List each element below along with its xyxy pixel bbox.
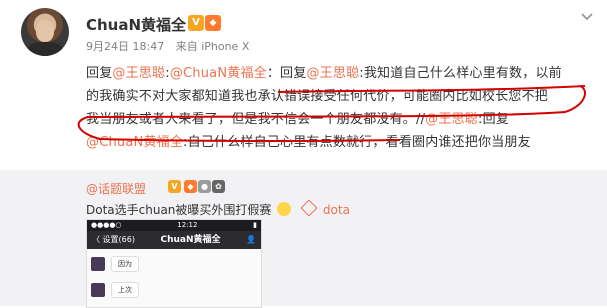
post-text: 的我确实不对大家都知道我也承认错误接受任何代价，可能圈内比如校长您不把 bbox=[86, 89, 549, 104]
post-line: @ChuaN黄福全:自己什么样自己心里有点数就行，看看圈内谁还把你当朋友 bbox=[86, 131, 596, 154]
post-text: :我知道自己什么样心里有数，以前 bbox=[359, 66, 562, 81]
repost-username[interactable]: @话题联盟 bbox=[86, 180, 146, 197]
post-source: 来自 iPhone X bbox=[175, 40, 250, 53]
user-avatar[interactable] bbox=[21, 8, 69, 56]
repost-body: Dota选手chuan被曝买外围打假赛 bbox=[86, 203, 272, 217]
post-text: 回复 bbox=[86, 66, 113, 81]
repost-member-icon: ● bbox=[198, 180, 211, 193]
post-line: 我当朋友或者人来看了，但是我不信会一个朋友都没有。//@王思聪:回复 bbox=[86, 108, 596, 131]
topic-link[interactable]: dota bbox=[323, 203, 350, 217]
post-text: ：回复 bbox=[266, 66, 307, 81]
post-text: :回复 bbox=[477, 112, 509, 127]
mention-link[interactable]: @ChuaN黄福全 bbox=[170, 66, 267, 81]
chevron-down-icon[interactable] bbox=[580, 10, 594, 24]
post-line: 的我确实不对大家都知道我也承认错误接受任何代价，可能圈内比如校长您不把 bbox=[86, 85, 596, 108]
post-text: 我当朋友或者人来看了，但是我不信会一个朋友都没有。// bbox=[86, 112, 426, 127]
post-text: :自己什么样自己心里有点数就行，看看圈内谁还把你当朋友 bbox=[183, 135, 531, 150]
chat-bubble: 因为 bbox=[111, 256, 139, 272]
chat-message: 因为 bbox=[87, 255, 261, 275]
post-meta: 9月24日 18:47 来自 iPhone X bbox=[86, 38, 257, 54]
topic-gem-icon bbox=[300, 199, 318, 217]
repost-level-icon: ◆ bbox=[184, 180, 197, 193]
chat-back: 〈 设置(66) bbox=[92, 235, 135, 244]
phone-status-bar: ●●●●○ 12:12 ▮ bbox=[87, 220, 261, 231]
chat-avatar bbox=[91, 257, 105, 271]
level-badge-icon: ◆ bbox=[205, 15, 221, 31]
chat-screenshot-image[interactable]: ●●●●○ 12:12 ▮ 〈 设置(66) ChuaN黄福全 👤 因为 上次 bbox=[86, 219, 262, 308]
chat-avatar bbox=[91, 283, 105, 297]
chat-bubble: 上次 bbox=[111, 282, 139, 298]
mention-link[interactable]: @王思聪 bbox=[425, 112, 478, 127]
person-icon: 👤 bbox=[246, 235, 256, 244]
mention-link[interactable]: @王思聪 bbox=[306, 66, 359, 81]
post-date[interactable]: 9月24日 18:47 bbox=[86, 40, 164, 53]
verified-badge-icon: V bbox=[188, 15, 204, 31]
repost-panda-icon: ✿ bbox=[212, 180, 225, 193]
chat-title: ChuaN黄福全 bbox=[160, 235, 221, 245]
post-username[interactable]: ChuaN黄福全 bbox=[86, 14, 186, 35]
mention-link[interactable]: @王思聪 bbox=[112, 66, 165, 81]
emoji-face-icon bbox=[277, 202, 292, 216]
weibo-post: ChuaN黄福全 V ◆ 9月24日 18:47 来自 iPhone X 回复@… bbox=[0, 0, 607, 170]
phone-time: 12:12 bbox=[177, 221, 198, 229]
chat-message: 上次 bbox=[87, 281, 261, 301]
avatar-shirt bbox=[27, 42, 63, 56]
post-line: 回复@王思聪:@ChuaN黄福全：回复@王思聪:我知道自己什么样心里有数，以前 bbox=[86, 62, 596, 85]
repost-verified-icon: V bbox=[168, 180, 181, 193]
post-content: 回复@王思聪:@ChuaN黄福全：回复@王思聪:我知道自己什么样心里有数，以前的… bbox=[86, 62, 596, 154]
phone-battery-icon: ▮ bbox=[253, 221, 257, 229]
repost-text: Dota选手chuan被曝买外围打假赛 dota bbox=[86, 199, 350, 218]
avatar-face bbox=[36, 20, 54, 42]
phone-signal: ●●●●○ bbox=[91, 221, 122, 229]
chat-header: 〈 设置(66) ChuaN黄福全 👤 bbox=[87, 231, 261, 249]
mention-link[interactable]: @ChuaN黄福全 bbox=[86, 135, 183, 150]
